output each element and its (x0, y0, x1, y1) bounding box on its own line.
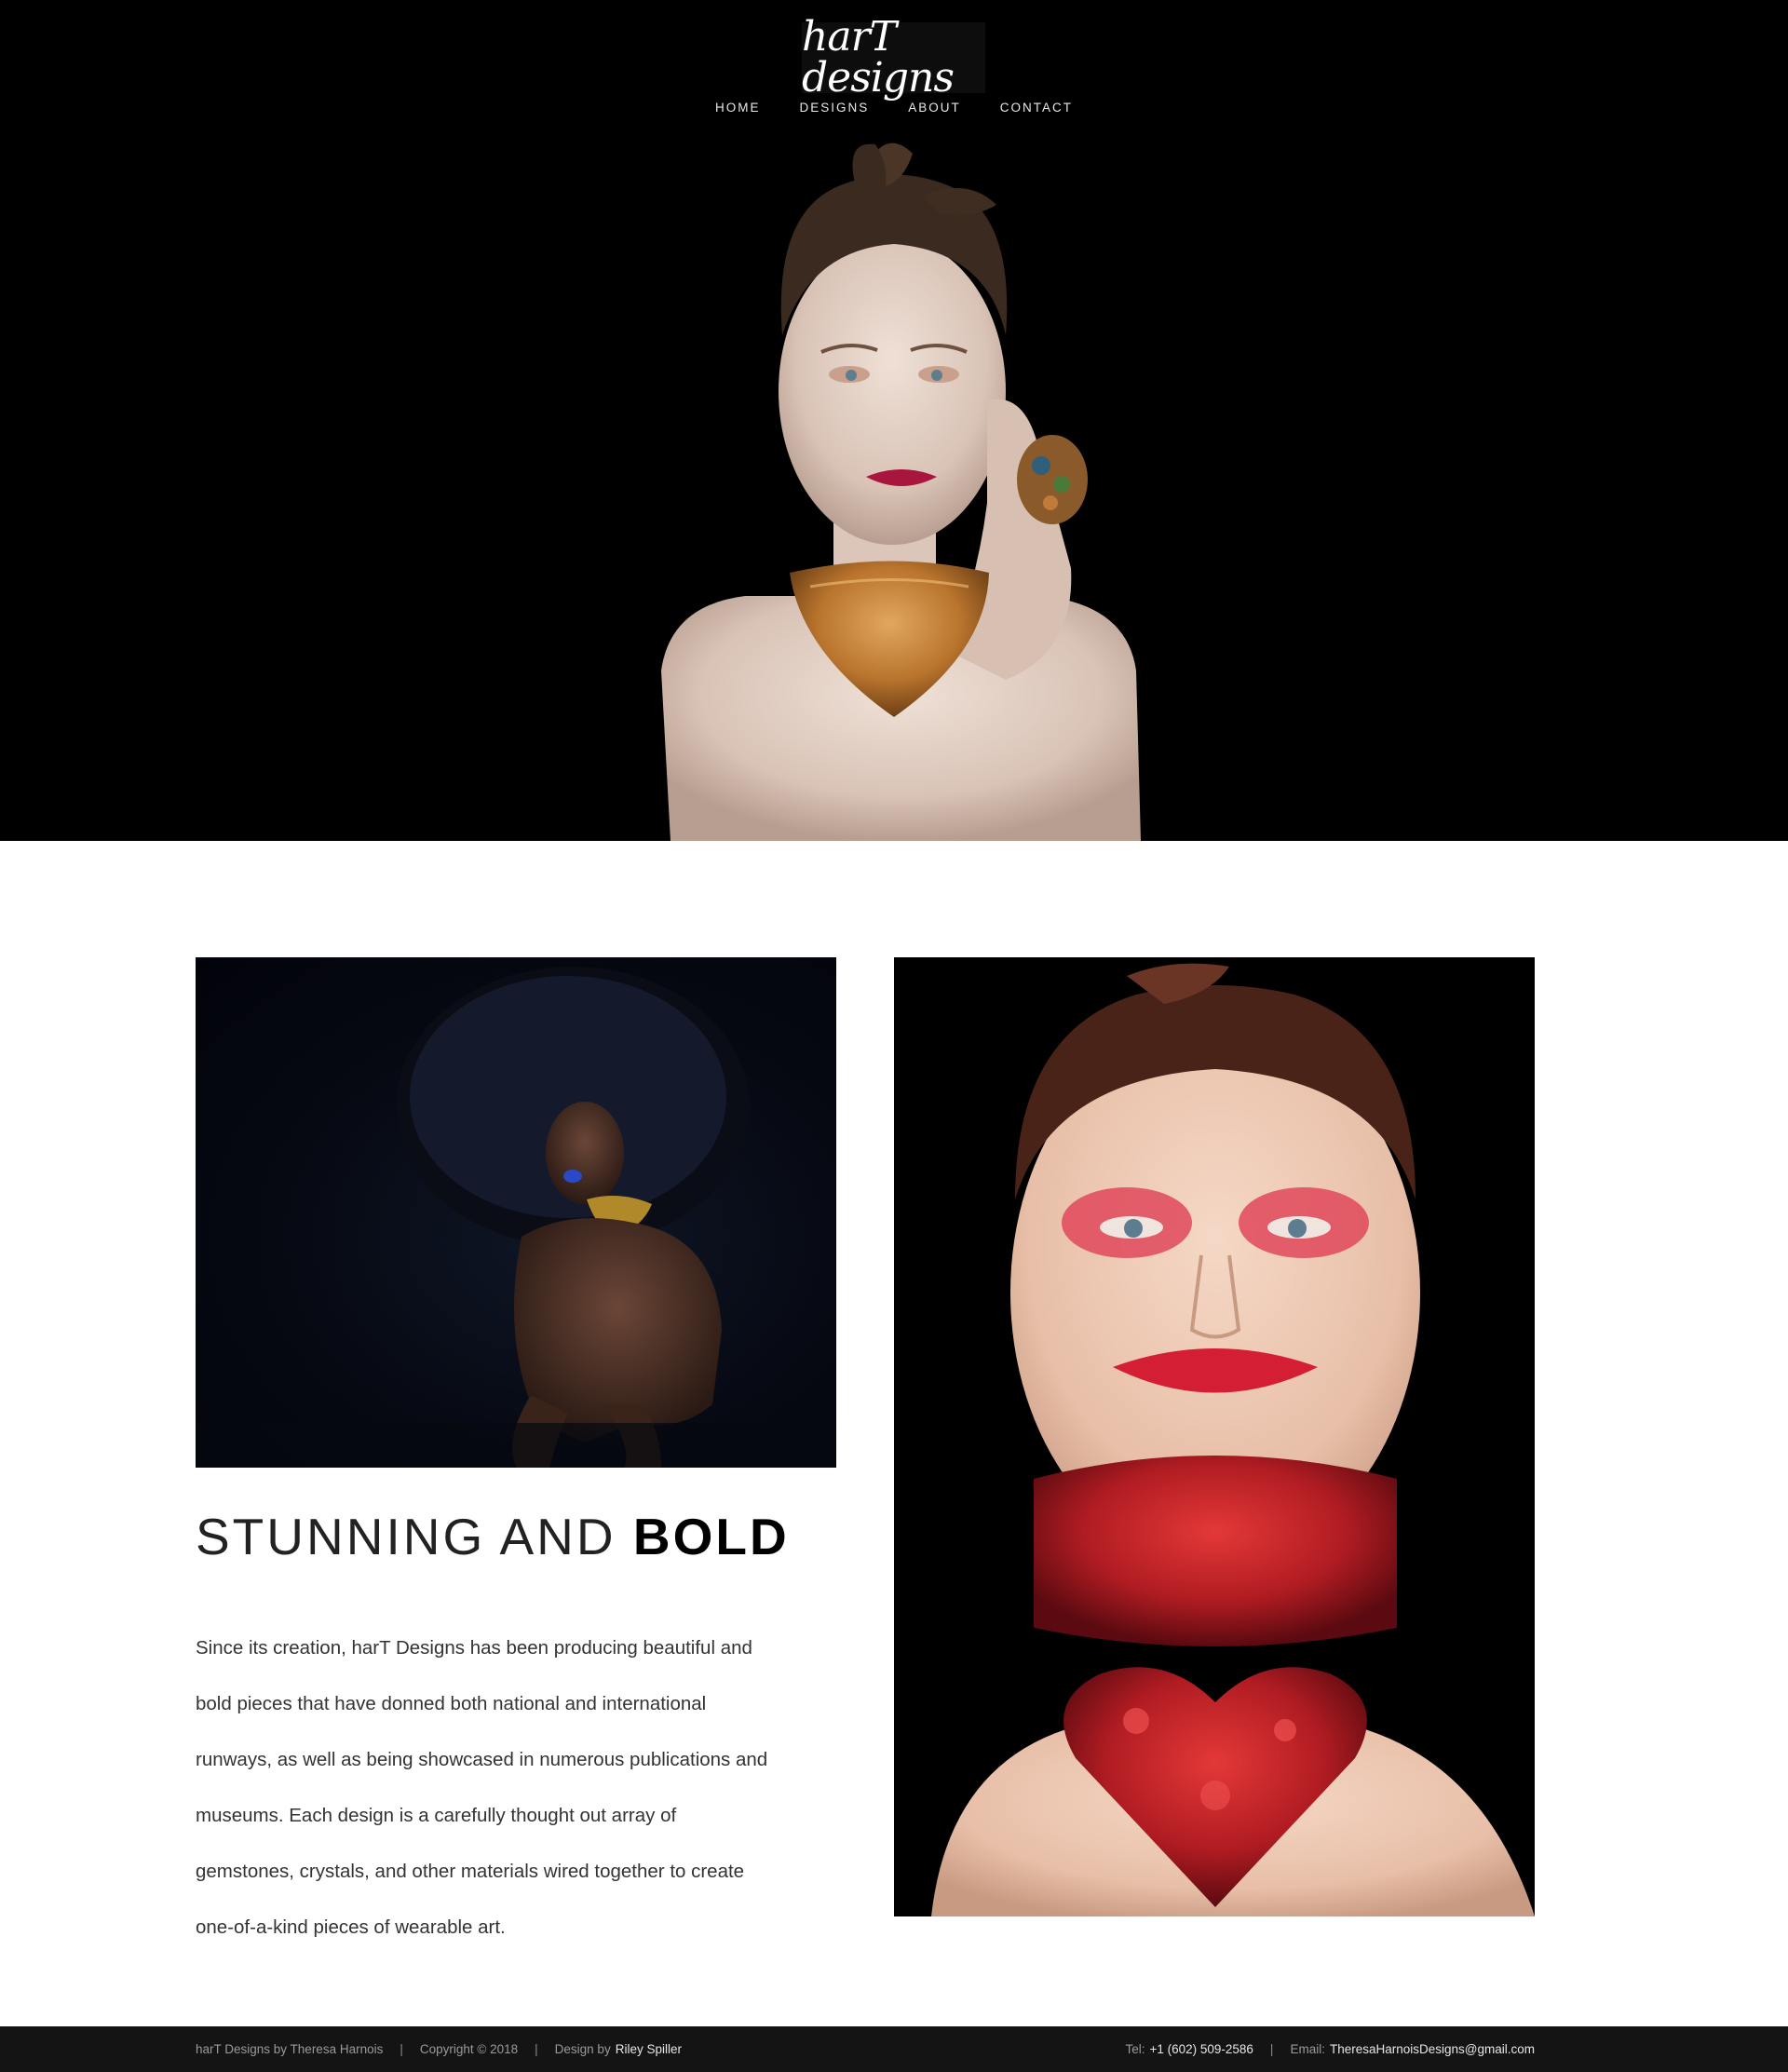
paragraph-line: Since its creation, harT Designs has bee… (196, 1637, 752, 1659)
nav-about[interactable]: ABOUT (888, 101, 981, 115)
paragraph-line: museums. Each design is a carefully thou… (196, 1805, 677, 1826)
heading-light: STUNNING AND (196, 1508, 633, 1565)
nav-designs[interactable]: DESIGNS (779, 101, 888, 115)
footer-copyright: Copyright © 2018 (419, 2042, 519, 2056)
footer-left: harT Designs by Theresa Harnois | Copyri… (196, 2026, 682, 2072)
footer: harT Designs by Theresa Harnois | Copyri… (0, 2026, 1788, 2072)
hero-section: harT designs HOME DESIGNS ABOUT CONTACT (0, 0, 1788, 841)
hero-image (0, 0, 1788, 841)
gallery-image-right (894, 957, 1535, 1916)
intro-paragraph: Since its creation, harT Designs has bee… (196, 1620, 847, 1956)
footer-email-link[interactable]: TheresaHarnoisDesigns@gmail.com (1330, 2042, 1535, 2056)
footer-tel-link[interactable]: +1 (602) 509-2586 (1149, 2042, 1253, 2056)
footer-brand: harT Designs by Theresa Harnois (196, 2042, 384, 2056)
logo-text: harT designs (802, 13, 955, 102)
footer-separator: | (1269, 2042, 1274, 2056)
footer-tel-label: Tel: (1125, 2042, 1145, 2056)
footer-email-label: Email: (1290, 2042, 1325, 2056)
footer-design-by-label: Design by (554, 2042, 611, 2056)
gallery-image-left (196, 957, 836, 1468)
footer-designer-link[interactable]: Riley Spiller (616, 2042, 682, 2056)
footer-separator: | (535, 2042, 538, 2056)
section-heading: STUNNING AND BOLD (196, 1509, 790, 1565)
nav-contact[interactable]: CONTACT (981, 101, 1092, 115)
footer-right: Tel: +1 (602) 509-2586 | Email: TheresaH… (1125, 2026, 1535, 2072)
main-nav: HOME DESIGNS ABOUT CONTACT (0, 101, 1788, 115)
footer-separator: | (400, 2042, 403, 2056)
nav-home[interactable]: HOME (696, 101, 780, 115)
paragraph-line: gemstones, crystals, and other materials… (196, 1861, 745, 1882)
paragraph-line: one-of-a-kind pieces of wearable art. (196, 1916, 506, 1938)
heading-bold: BOLD (632, 1508, 790, 1565)
paragraph-line: runways, as well as being showcased in n… (196, 1749, 768, 1770)
paragraph-line: bold pieces that have donned both nation… (196, 1693, 707, 1714)
logo[interactable]: harT designs (802, 17, 985, 99)
